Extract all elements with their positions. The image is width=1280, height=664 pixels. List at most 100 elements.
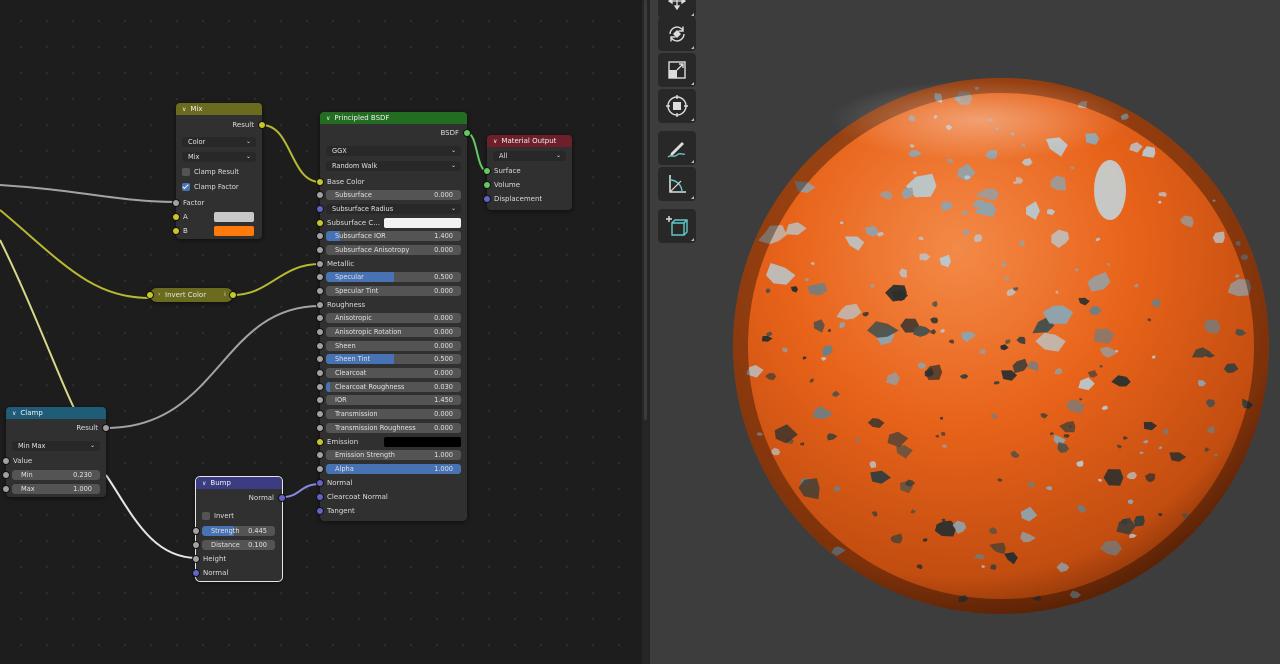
transmission-socket[interactable] [317, 411, 323, 417]
rotate-tool[interactable] [658, 17, 696, 51]
bump-node-header[interactable]: ∨ Bump [196, 477, 282, 489]
alpha-socket[interactable] [317, 466, 323, 472]
expand-chevron-icon[interactable]: › [158, 289, 160, 301]
mix-b-color-swatch[interactable] [214, 226, 254, 236]
add-cube-tool[interactable] [658, 209, 696, 243]
principled-node-header[interactable]: ∨ Principled BSDF [320, 112, 467, 124]
clamp-node[interactable]: ∨ Clamp Result Min Max ⌄ Value Min 0.230 Ma… [3, 407, 109, 497]
displacement-socket[interactable] [484, 196, 490, 202]
clamp-value-socket[interactable] [3, 458, 9, 464]
collapse-chevron-icon[interactable]: ∨ [493, 136, 497, 148]
transform-tool[interactable] [658, 89, 696, 123]
bump-strength-socket[interactable] [193, 528, 199, 534]
bump-distance-socket[interactable] [193, 542, 199, 548]
tangent-label-socket[interactable] [317, 508, 323, 514]
alpha-field[interactable]: Alpha 1.000 [326, 464, 461, 474]
clearcoat-field[interactable]: Clearcoat 0.000 [326, 368, 461, 378]
bump-height-socket[interactable] [193, 556, 199, 562]
annotate-tool[interactable] [658, 131, 696, 165]
3d-viewport[interactable] [650, 0, 1280, 664]
clearcoat-roughness-socket[interactable] [317, 384, 323, 390]
principled-bsdf-node[interactable]: ∨ Principled BSDF BSDF GGX ⌄ Random Walk ⌄ … [317, 112, 470, 521]
bump-invert-checkbox[interactable]: Invert [202, 511, 278, 521]
clamp-result-socket[interactable] [103, 425, 109, 431]
clamp-min-field[interactable]: Min 0.230 [12, 470, 100, 480]
move-tool[interactable] [658, 0, 696, 18]
collapse-chevron-icon[interactable]: ∨ [326, 113, 330, 125]
subsurface-socket[interactable] [317, 192, 323, 198]
clearcoat-socket[interactable] [317, 370, 323, 376]
subsurface-ior-field[interactable]: Subsurface IOR 1.400 [326, 231, 461, 241]
anisotropic-rotation-field[interactable]: Anisotropic Rotation 0.000 [326, 327, 461, 337]
invert-color-node[interactable]: › Invert Color ⁞ [147, 288, 236, 302]
sheen-tint-field[interactable]: Sheen Tint 0.500 [326, 354, 461, 364]
target-dropdown[interactable]: All ⌄ [493, 151, 566, 161]
volume-socket[interactable] [484, 182, 490, 188]
invert-output-socket[interactable] [230, 292, 236, 298]
collapse-chevron-icon[interactable]: ∨ [12, 408, 16, 420]
specular-tint-field[interactable]: Specular Tint 0.000 [326, 286, 461, 296]
bump-node[interactable]: ∨ Bump Normal Invert Strength 0.445 Distan… [193, 477, 285, 581]
transmission-roughness-socket[interactable] [317, 425, 323, 431]
sheen-tint-socket[interactable] [317, 356, 323, 362]
clamp-max-field[interactable]: Max 1.000 [12, 484, 100, 494]
bump-strength-field[interactable]: Strength 0.445 [202, 526, 275, 536]
checkbox-box[interactable] [182, 168, 190, 176]
scroll-handle[interactable] [644, 0, 647, 420]
clamp-min-socket[interactable] [3, 472, 9, 478]
checkbox-box-checked[interactable] [182, 183, 190, 191]
subsurface-anisotropy-socket[interactable] [317, 247, 323, 253]
mix-a-socket[interactable] [173, 214, 179, 220]
mix-node[interactable]: ∨ Mix Result Color ⌄ Mix ⌄ Clamp Result Cla… [173, 103, 265, 239]
distribution-dropdown[interactable]: GGX ⌄ [326, 146, 461, 156]
bump-normal-input-socket[interactable] [193, 570, 199, 576]
material-output-header[interactable]: ∨ Material Output [487, 135, 572, 147]
subsurface-radius-dropdown[interactable]: Subsurface Radius ⌄ [326, 204, 461, 214]
checkbox-box[interactable] [202, 512, 210, 520]
specular-field[interactable]: Specular 0.500 [326, 272, 461, 282]
sheen-socket[interactable] [317, 343, 323, 349]
subsurface-method-dropdown[interactable]: Random Walk ⌄ [326, 161, 461, 171]
emission-strength-socket[interactable] [317, 452, 323, 458]
bsdf-output-socket[interactable] [464, 130, 470, 136]
bump-distance-field[interactable]: Distance 0.100 [202, 540, 275, 550]
ior-socket[interactable] [317, 397, 323, 403]
subsurface-color-socket[interactable] [317, 220, 323, 226]
clamp-result-checkbox[interactable]: Clamp Result [182, 167, 258, 177]
transmission-field[interactable]: Transmission 0.000 [326, 409, 461, 419]
clamp-max-socket[interactable] [3, 486, 9, 492]
base-color-socket[interactable] [317, 179, 323, 185]
scale-tool[interactable] [658, 53, 696, 87]
mix-a-color-swatch[interactable] [214, 212, 254, 222]
collapse-chevron-icon[interactable]: ∨ [182, 104, 186, 116]
anisotropic-field[interactable]: Anisotropic 0.000 [326, 313, 461, 323]
subsurface-field[interactable]: Subsurface 0.000 [326, 190, 461, 200]
roughness-label-socket[interactable] [317, 302, 323, 308]
area-divider[interactable] [642, 0, 650, 664]
anisotropic-socket[interactable] [317, 315, 323, 321]
specular-socket[interactable] [317, 274, 323, 280]
emission-strength-field[interactable]: Emission Strength 1.000 [326, 450, 461, 460]
emission-color-swatch[interactable] [384, 437, 461, 447]
material-output-node[interactable]: ∨ Material Output All ⌄ Surface Volume Dis… [484, 135, 572, 210]
transmission-roughness-field[interactable]: Transmission Roughness 0.000 [326, 423, 461, 433]
clamp-node-header[interactable]: ∨ Clamp [6, 407, 106, 419]
invert-input-socket[interactable] [147, 292, 153, 298]
emission-socket[interactable] [317, 439, 323, 445]
clearcoat-normal-label-socket[interactable] [317, 494, 323, 500]
collapse-chevron-icon[interactable]: ∨ [202, 478, 206, 490]
normal-label-socket[interactable] [317, 480, 323, 486]
surface-socket[interactable] [484, 168, 490, 174]
metallic-label-socket[interactable] [317, 261, 323, 267]
subsurface-anisotropy-field[interactable]: Subsurface Anisotropy 0.000 [326, 245, 461, 255]
subsurface-color-color-swatch[interactable] [384, 218, 461, 228]
shader-node-editor[interactable]: ∨ Mix Result Color ⌄ Mix ⌄ Clamp Result Cla… [0, 0, 642, 664]
mix-factor-socket[interactable] [173, 200, 179, 206]
clamp-factor-checkbox[interactable]: Clamp Factor [182, 182, 258, 192]
mix-result-socket[interactable] [259, 122, 265, 128]
sheen-field[interactable]: Sheen 0.000 [326, 341, 461, 351]
ior-field[interactable]: IOR 1.450 [326, 395, 461, 405]
anisotropic-rotation-socket[interactable] [317, 329, 323, 335]
clamp-mode-dropdown[interactable]: Min Max ⌄ [12, 441, 100, 451]
specular-tint-socket[interactable] [317, 288, 323, 294]
